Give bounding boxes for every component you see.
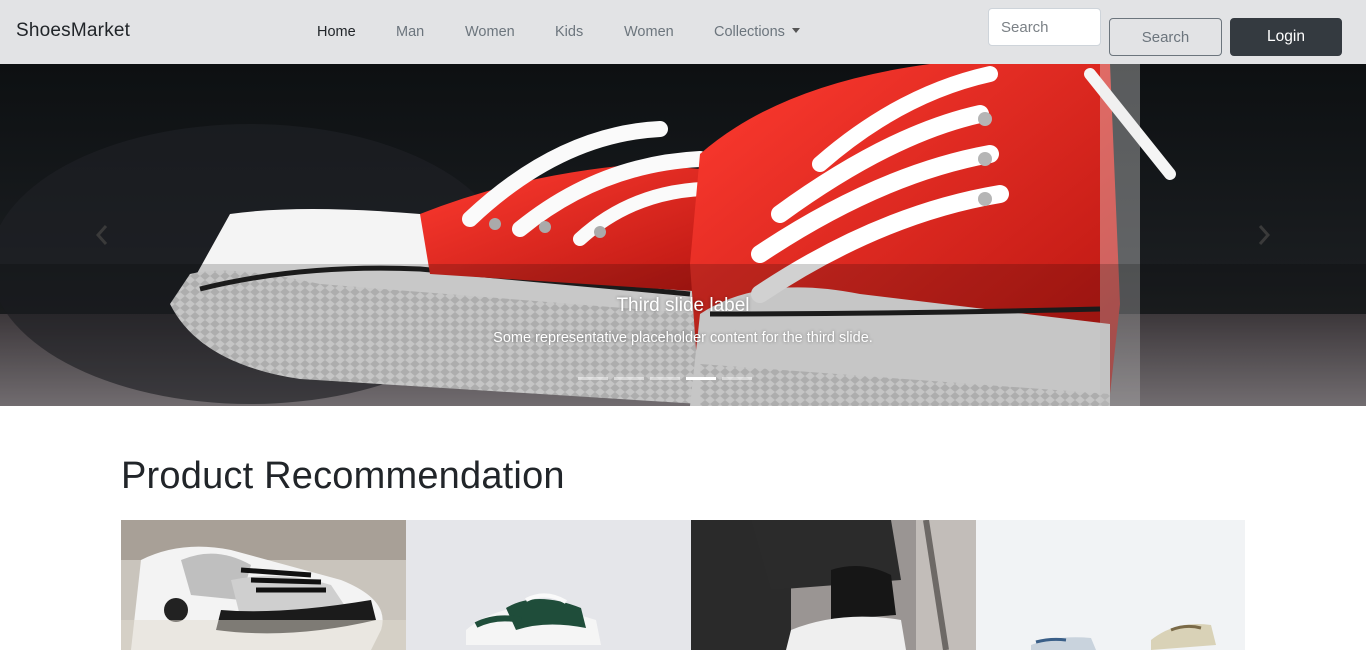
caret-down-icon — [791, 28, 800, 33]
carousel-indicator-2[interactable] — [614, 377, 644, 380]
product-card-2[interactable] — [406, 520, 691, 650]
section-title-recommendation: Product Recommendation — [121, 455, 565, 497]
nav-kids[interactable]: Kids — [555, 24, 583, 40]
product-card-1[interactable] — [121, 520, 406, 650]
product-image-grey-sneaker — [121, 520, 406, 650]
brand-logo[interactable]: ShoesMarket — [16, 20, 130, 42]
carousel-caption-title: Third slide label — [616, 295, 750, 316]
carousel-indicator-1[interactable] — [578, 377, 608, 380]
carousel-prev-button[interactable] — [90, 220, 114, 250]
product-grid — [121, 520, 1245, 650]
chevron-left-icon — [95, 225, 108, 245]
login-button[interactable]: Login — [1230, 18, 1342, 56]
product-image-green-sneaker — [406, 520, 691, 650]
product-card-4[interactable] — [976, 520, 1245, 650]
hero-carousel: Third slide label Some representative pl… — [0, 64, 1366, 406]
carousel-indicator-4[interactable] — [686, 377, 716, 380]
chevron-right-icon — [1258, 225, 1271, 245]
search-button[interactable]: Search — [1109, 18, 1222, 56]
product-image-white-sneaker — [691, 520, 976, 650]
product-image-canvas-sneakers — [976, 520, 1245, 650]
nav-man[interactable]: Man — [396, 24, 424, 40]
carousel-caption-text: Some representative placeholder content … — [493, 330, 873, 346]
search-input[interactable] — [988, 8, 1101, 46]
nav-home[interactable]: Home — [317, 24, 356, 40]
product-card-3[interactable] — [691, 520, 976, 650]
nav-collections-dropdown[interactable]: Collections — [714, 24, 800, 40]
navbar: ShoesMarket Home Man Women Kids Women Co… — [0, 0, 1366, 64]
nav-women-2[interactable]: Women — [624, 24, 674, 40]
carousel-indicator-3[interactable] — [650, 377, 680, 380]
nav-collections-label: Collections — [714, 24, 785, 40]
carousel-next-button[interactable] — [1252, 220, 1276, 250]
nav-women[interactable]: Women — [465, 24, 515, 40]
carousel-indicator-5[interactable] — [722, 377, 752, 380]
slide-image-red-sneakers — [0, 64, 1366, 406]
